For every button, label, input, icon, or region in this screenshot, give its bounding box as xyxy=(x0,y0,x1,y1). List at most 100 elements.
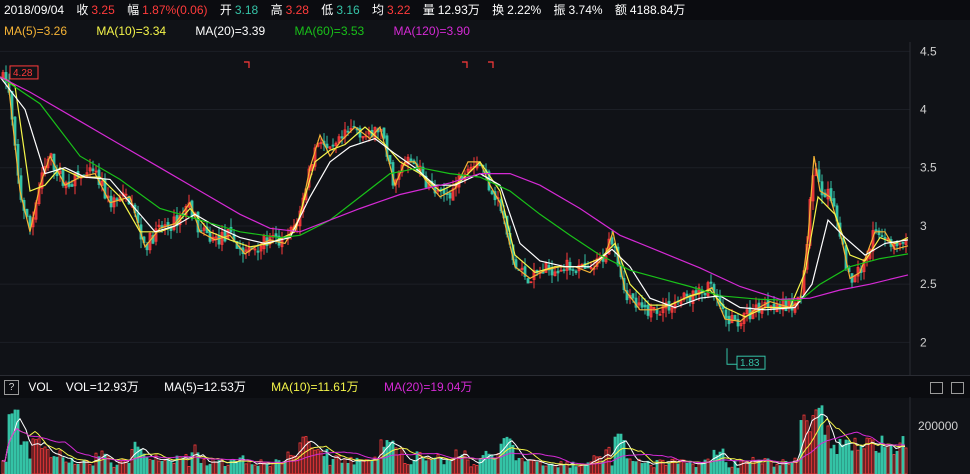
volume-bar xyxy=(511,444,515,474)
volume-bar xyxy=(388,441,392,474)
volume-bar xyxy=(517,457,521,474)
event-flag xyxy=(462,61,468,68)
volume-bar xyxy=(130,449,134,474)
volume-bar xyxy=(109,462,113,474)
candle-body xyxy=(331,144,335,147)
volume-bar xyxy=(91,465,95,474)
volume-bar xyxy=(1,460,5,474)
volume-bar xyxy=(265,464,269,474)
volume-bar xyxy=(889,444,893,474)
volume-bar xyxy=(745,463,749,474)
volume-bar xyxy=(226,464,230,474)
volume-bar xyxy=(724,462,728,474)
volume-bar xyxy=(790,462,794,474)
price-tick-label: 3.5 xyxy=(920,161,937,175)
volume-bar xyxy=(730,466,734,474)
volume-bar xyxy=(94,452,98,474)
volume-bar xyxy=(508,438,512,474)
volume-bar xyxy=(472,464,476,474)
volume-bar xyxy=(583,465,587,474)
volume-bar xyxy=(793,457,797,474)
volume-bar xyxy=(775,463,779,474)
volume-bar xyxy=(646,460,650,474)
volume-bar xyxy=(466,459,470,474)
volume-bar xyxy=(208,463,212,474)
volume-bar xyxy=(64,461,68,474)
volume-bar xyxy=(235,461,239,474)
volume-bar xyxy=(40,448,44,474)
candle-body xyxy=(223,230,227,242)
candle-body xyxy=(490,190,494,195)
volume-bar xyxy=(685,462,689,474)
price-axis: 4.5 4 3.5 3 2.5 2 xyxy=(920,44,937,349)
candle-body xyxy=(346,130,350,133)
volume-bar xyxy=(67,462,71,474)
volume-bar xyxy=(721,448,725,474)
candle-body xyxy=(832,198,836,207)
candle-body xyxy=(109,195,113,208)
volume-bar xyxy=(526,459,530,474)
question-icon[interactable]: ? xyxy=(4,380,19,396)
volume-bar xyxy=(691,463,695,474)
volume-bar xyxy=(544,465,548,474)
volume-bar xyxy=(52,456,56,474)
candle-body xyxy=(733,314,737,320)
price-tick-label: 3 xyxy=(920,219,927,233)
maximize-icon[interactable] xyxy=(930,381,943,394)
price-tick-label: 2 xyxy=(920,335,927,349)
volume-bar xyxy=(22,441,26,474)
volume-bar xyxy=(649,464,653,474)
volume-bar xyxy=(631,461,635,474)
volume-bar xyxy=(244,463,248,474)
volume-bar xyxy=(10,413,14,474)
volume-bar xyxy=(331,458,335,474)
volume-bar xyxy=(151,459,155,474)
candle-body xyxy=(643,304,647,308)
volume-bar xyxy=(772,466,776,474)
volume-bar xyxy=(556,467,560,474)
volume-bar xyxy=(850,450,854,474)
volume-bar xyxy=(901,436,905,474)
volume-bar xyxy=(886,443,890,474)
close-panel-icon[interactable] xyxy=(951,381,964,394)
volume-bar xyxy=(430,459,434,474)
volume-bar xyxy=(406,464,410,474)
volume-bar xyxy=(31,438,35,474)
volume-bar xyxy=(181,457,185,474)
amplitude-label: 振 xyxy=(553,3,566,17)
high-value: 3.28 xyxy=(285,3,309,17)
volume-bar xyxy=(316,448,320,474)
volume-bar xyxy=(769,461,773,474)
price-chart[interactable]: 4.5 4 3.5 3 2.5 2 4.28 1.83 xyxy=(0,42,970,375)
volume-chart[interactable]: 200000 xyxy=(0,397,970,474)
volume-bar xyxy=(313,449,317,474)
price-tick-label: 4.5 xyxy=(920,44,937,58)
volume-ma10: MA(10)=11.61万 xyxy=(271,380,359,394)
volume-bar xyxy=(787,463,791,474)
change-value: 1.87%(0.06) xyxy=(142,3,208,17)
volume-bar xyxy=(553,465,557,474)
volume-bar xyxy=(268,466,272,474)
volume-bar xyxy=(715,454,719,474)
volume-bar xyxy=(565,461,569,474)
volume-bar xyxy=(892,454,896,474)
volume-bar xyxy=(172,463,176,474)
volume-bar xyxy=(574,466,578,474)
volume-bar xyxy=(175,455,179,474)
volume-bar xyxy=(358,460,362,474)
volume-bar xyxy=(577,466,581,474)
volume-ma20: MA(20)=19.04万 xyxy=(384,380,473,394)
high-marker-label: 4.28 xyxy=(13,68,33,79)
volume-bar xyxy=(148,459,152,474)
volume-bar xyxy=(676,463,680,474)
candle-body xyxy=(736,318,740,327)
close-label: 收 xyxy=(76,3,89,17)
volume-bar xyxy=(19,444,23,474)
volume-bar xyxy=(319,450,323,474)
volume-bar xyxy=(802,414,806,474)
volume-bar xyxy=(340,462,344,474)
volume-bar xyxy=(637,458,641,474)
volume-bar xyxy=(562,464,566,474)
volume-bar xyxy=(352,464,356,474)
volume-bar xyxy=(814,409,818,474)
